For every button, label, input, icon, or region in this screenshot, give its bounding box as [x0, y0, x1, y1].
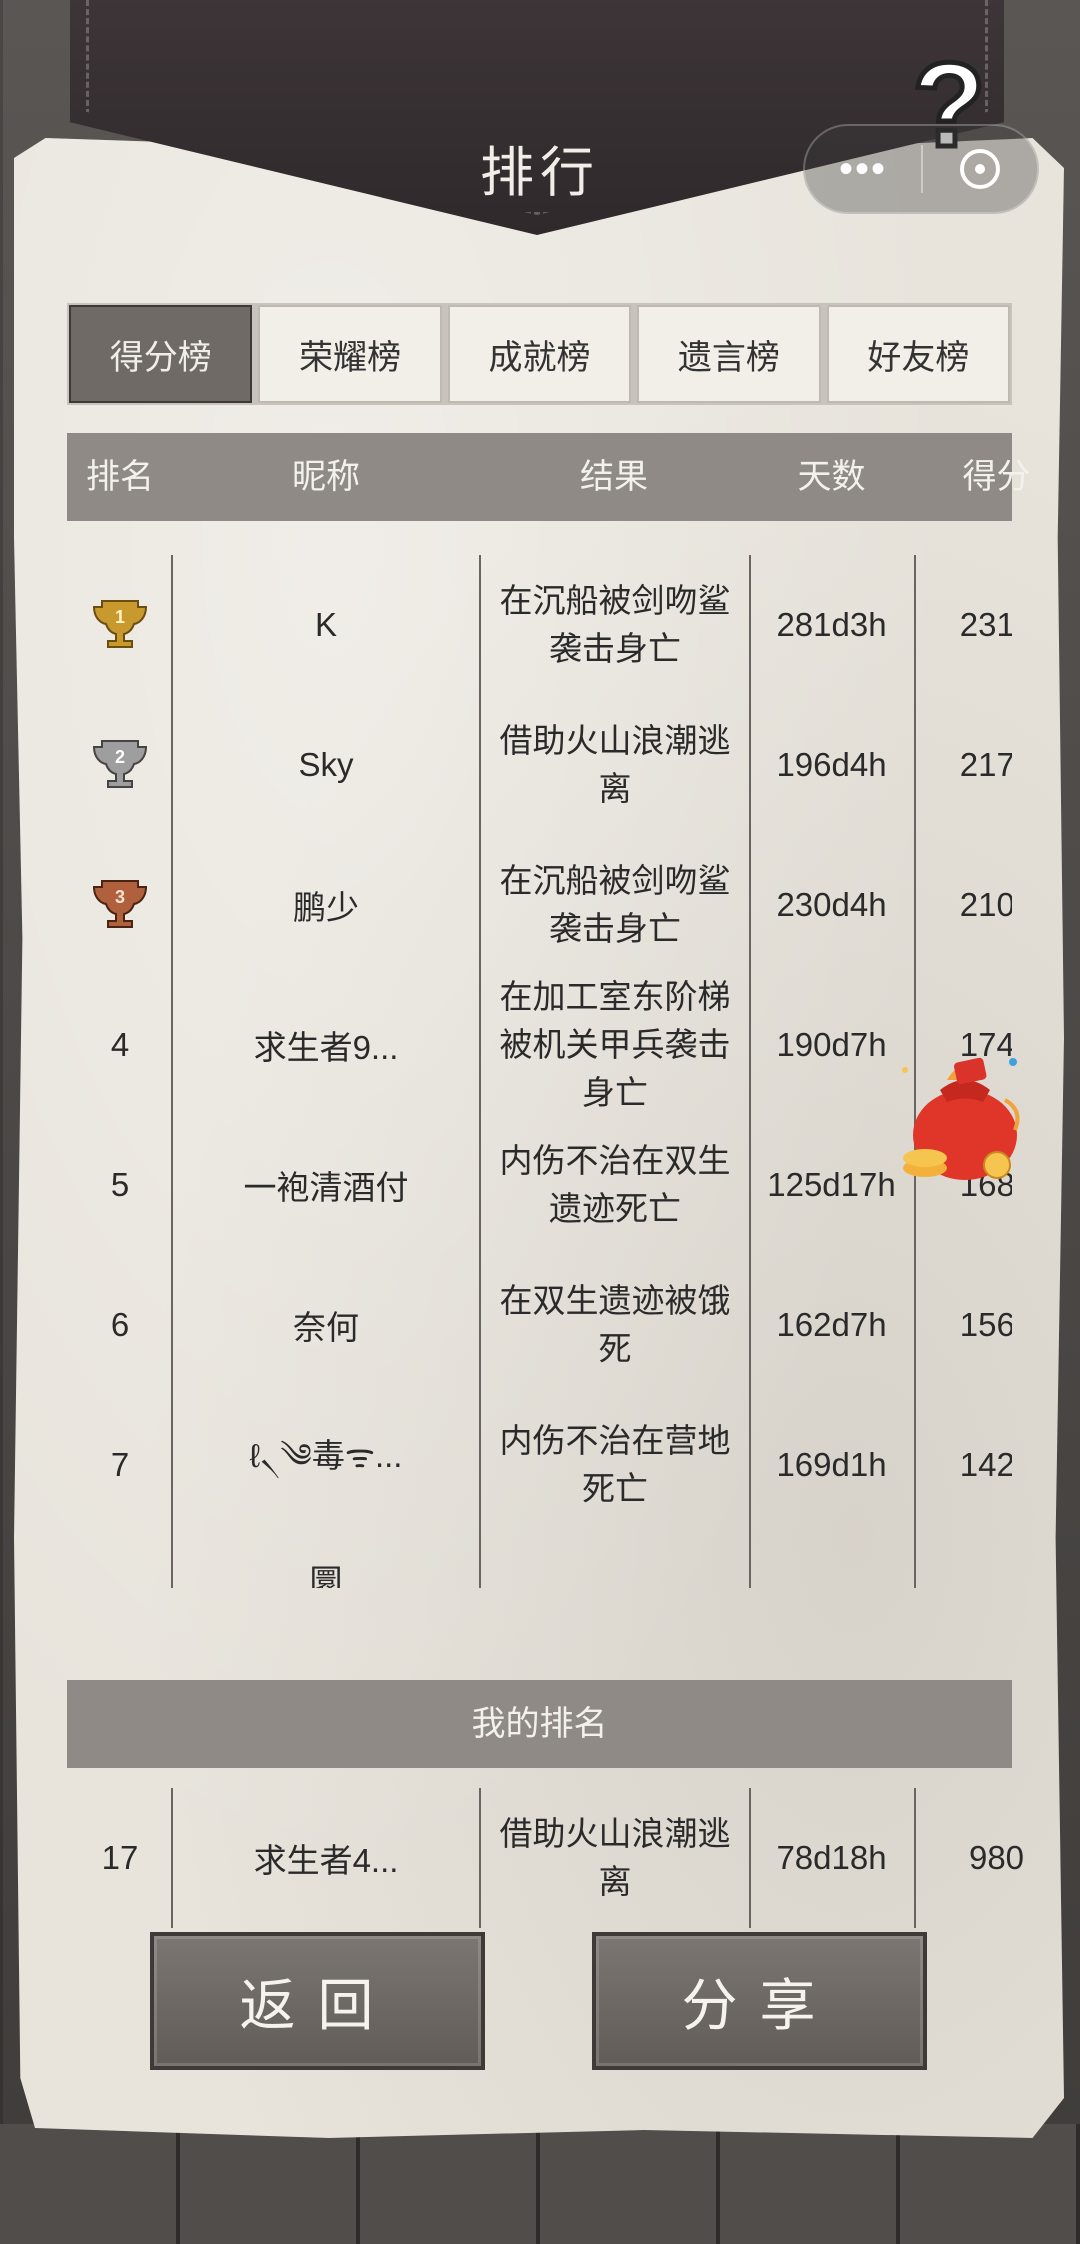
player-days: 281d3h — [776, 606, 887, 643]
player-name: 圜 — [309, 1563, 343, 1588]
tab-last-words[interactable]: 遗言榜 — [637, 305, 821, 403]
player-result: 在沉船被剑吻鲨袭击身亡 — [499, 862, 731, 947]
table-row[interactable]: 7 ℓ৲༄毒ᯤ... 内伤不治在营地死亡 169d1h 1424 — [67, 1395, 1012, 1535]
player-days: 230d4h — [776, 886, 887, 923]
table-row[interactable]: 5 一袍清酒付 内伤不治在双生遗迹死亡 125d17h 1684 — [67, 1115, 1012, 1255]
player-score: 2100 — [959, 886, 1012, 923]
player-score: 1424 — [959, 1446, 1012, 1483]
player-rank: 4 — [110, 1026, 130, 1063]
gold-trophy-icon: 1 — [92, 600, 148, 648]
tab-friends[interactable]: 好友榜 — [826, 305, 1011, 403]
table-row[interactable]: 6 奈何 在双生遗迹被饿死 162d7h 1564 — [67, 1255, 1012, 1395]
table-header: 排名 昵称 结果 天数 得分 — [67, 433, 1031, 521]
player-result: 内伤不治在双生遗迹死亡 — [499, 1142, 731, 1227]
tab-honor[interactable]: 荣耀榜 — [258, 305, 442, 403]
svg-text:1: 1 — [115, 607, 125, 627]
tab-score[interactable]: 得分榜 — [69, 305, 253, 403]
share-button[interactable]: 分享 — [592, 1932, 927, 2070]
svg-text:2: 2 — [115, 747, 125, 767]
wood-floor — [0, 2124, 1080, 2244]
leaderboard-list[interactable]: 1 K 在沉船被剑吻鲨袭击身亡 281d3h 2313 2 Sky 借助火山浪潮… — [67, 555, 1012, 1588]
my-days: 78d18h — [776, 1839, 887, 1876]
silver-trophy-icon: 2 — [92, 740, 148, 788]
player-name: 鹏少 — [293, 889, 359, 926]
table-row[interactable]: 3 鹏少 在沉船被剑吻鲨袭击身亡 230d4h 2100 — [67, 835, 1012, 975]
player-rank: 6 — [110, 1306, 130, 1343]
table-row-partial[interactable]: 圜 — [67, 1535, 1012, 1588]
header-rank: 排名 — [86, 458, 154, 496]
my-rank: 17 — [101, 1839, 139, 1876]
close-mini-program-button[interactable] — [923, 144, 1037, 194]
player-days: 196d4h — [776, 746, 887, 783]
tab-achievement[interactable]: 成就榜 — [447, 305, 632, 403]
player-result: 在加工室东阶梯被机关甲兵袭击身亡 — [499, 978, 731, 1111]
back-button[interactable]: 返回 — [150, 1932, 485, 2070]
my-name: 求生者4... — [253, 1842, 399, 1879]
svg-text:3: 3 — [115, 887, 125, 907]
mini-program-capsule: ••• — [803, 124, 1039, 214]
player-days: 162d7h — [776, 1306, 887, 1343]
my-rank-header: 我的排名 — [67, 1680, 1012, 1768]
my-result: 借助火山浪潮逃离 — [499, 1815, 731, 1900]
player-result: 在双生遗迹被饿死 — [499, 1282, 731, 1367]
player-name: K — [314, 606, 337, 643]
close-circle-icon — [960, 149, 1000, 189]
player-rank: 5 — [110, 1166, 130, 1203]
header-nickname: 昵称 — [292, 458, 360, 496]
player-score: 2313 — [959, 606, 1012, 643]
header-score: 得分 — [962, 458, 1031, 496]
player-result: 在沉船被剑吻鲨袭击身亡 — [499, 582, 731, 667]
my-score: 980 — [968, 1839, 1025, 1876]
player-score: 2170 — [959, 746, 1012, 783]
table-row[interactable]: 4 求生者9... 在加工室东阶梯被机关甲兵袭击身亡 190d7h 1745 — [67, 975, 1012, 1115]
my-rank-row[interactable]: 17 求生者4... 借助火山浪潮逃离 78d18h 980 — [67, 1788, 1024, 1928]
player-result: 借助火山浪潮逃离 — [499, 722, 731, 807]
player-score: 1564 — [959, 1306, 1012, 1343]
player-name: 一袍清酒付 — [243, 1169, 409, 1206]
player-name: Sky — [298, 746, 354, 783]
player-result: 内伤不治在营地死亡 — [499, 1422, 731, 1507]
table-row[interactable]: 2 Sky 借助火山浪潮逃离 196d4h 2170 — [67, 695, 1012, 835]
bronze-trophy-icon: 3 — [92, 880, 148, 928]
player-days: 169d1h — [776, 1446, 887, 1483]
header-result: 结果 — [580, 458, 648, 496]
player-rank: 7 — [110, 1446, 130, 1483]
player-name: 奈何 — [293, 1309, 359, 1346]
player-name: 求生者9... — [253, 1029, 399, 1066]
table-row[interactable]: 1 K 在沉船被剑吻鲨袭击身亡 281d3h 2313 — [67, 555, 1012, 695]
player-name: ℓ৲༄毒ᯤ... — [249, 1436, 403, 1474]
more-menu-button[interactable]: ••• — [805, 149, 921, 189]
header-days: 天数 — [797, 458, 866, 496]
red-envelope-gift-icon[interactable] — [885, 1040, 1035, 1190]
leaderboard-tabs: 得分榜 荣耀榜 成就榜 遗言榜 好友榜 — [67, 303, 1012, 405]
